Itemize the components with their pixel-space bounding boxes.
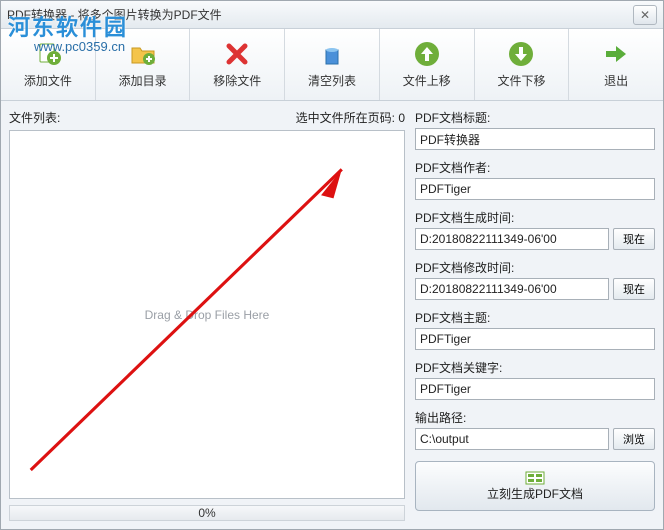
titlebar: PDF转换器 - 将多个图片转换为PDF文件 ✕ <box>1 1 663 29</box>
keywords-label: PDF文档关键字: <box>415 359 655 376</box>
move-up-button[interactable]: 文件上移 <box>380 29 475 100</box>
mtime-label: PDF文档修改时间: <box>415 259 655 276</box>
generate-icon <box>525 471 545 485</box>
title-label: PDF文档标题: <box>415 109 655 126</box>
keywords-input[interactable] <box>415 378 655 400</box>
form-panel: PDF文档标题: PDF文档作者: PDF文档生成时间: 现在 PDF文档修改时… <box>415 109 655 521</box>
up-arrow-icon <box>413 40 441 68</box>
down-arrow-icon <box>507 40 535 68</box>
subject-input[interactable] <box>415 328 655 350</box>
title-input[interactable] <box>415 128 655 150</box>
output-label: 输出路径: <box>415 409 655 426</box>
toolbar: 添加文件 添加目录 移除文件 清空列表 文件上移 <box>1 29 663 101</box>
browse-button[interactable]: 浏览 <box>613 428 655 450</box>
add-file-button[interactable]: 添加文件 <box>1 29 96 100</box>
ctime-now-button[interactable]: 现在 <box>613 228 655 250</box>
ctime-label: PDF文档生成时间: <box>415 209 655 226</box>
folder-icon <box>129 40 157 68</box>
author-input[interactable] <box>415 178 655 200</box>
file-list-label: 文件列表: <box>9 109 60 126</box>
remove-button[interactable]: 移除文件 <box>190 29 285 100</box>
clear-button[interactable]: 清空列表 <box>285 29 380 100</box>
page-number-label: 选中文件所在页码: 0 <box>296 109 405 126</box>
close-button[interactable]: ✕ <box>633 5 657 25</box>
exit-button[interactable]: 退出 <box>569 29 663 100</box>
generate-label: 立刻生成PDF文档 <box>487 485 583 502</box>
clear-icon <box>318 40 346 68</box>
window-title: PDF转换器 - 将多个图片转换为PDF文件 <box>7 6 633 23</box>
output-input[interactable] <box>415 428 609 450</box>
left-panel: 文件列表: 选中文件所在页码: 0 Drag & Drop Files Here… <box>9 109 405 521</box>
move-down-button[interactable]: 文件下移 <box>475 29 570 100</box>
add-file-icon <box>34 40 62 68</box>
drop-hint: Drag & Drop Files Here <box>145 308 270 322</box>
add-dir-button[interactable]: 添加目录 <box>96 29 191 100</box>
progress-bar: 0% <box>9 505 405 521</box>
ctime-input[interactable] <box>415 228 609 250</box>
drop-area[interactable]: Drag & Drop Files Here <box>9 130 405 499</box>
generate-button[interactable]: 立刻生成PDF文档 <box>415 461 655 511</box>
exit-icon <box>602 40 630 68</box>
subject-label: PDF文档主题: <box>415 309 655 326</box>
remove-icon <box>223 40 251 68</box>
mtime-input[interactable] <box>415 278 609 300</box>
mtime-now-button[interactable]: 现在 <box>613 278 655 300</box>
author-label: PDF文档作者: <box>415 159 655 176</box>
